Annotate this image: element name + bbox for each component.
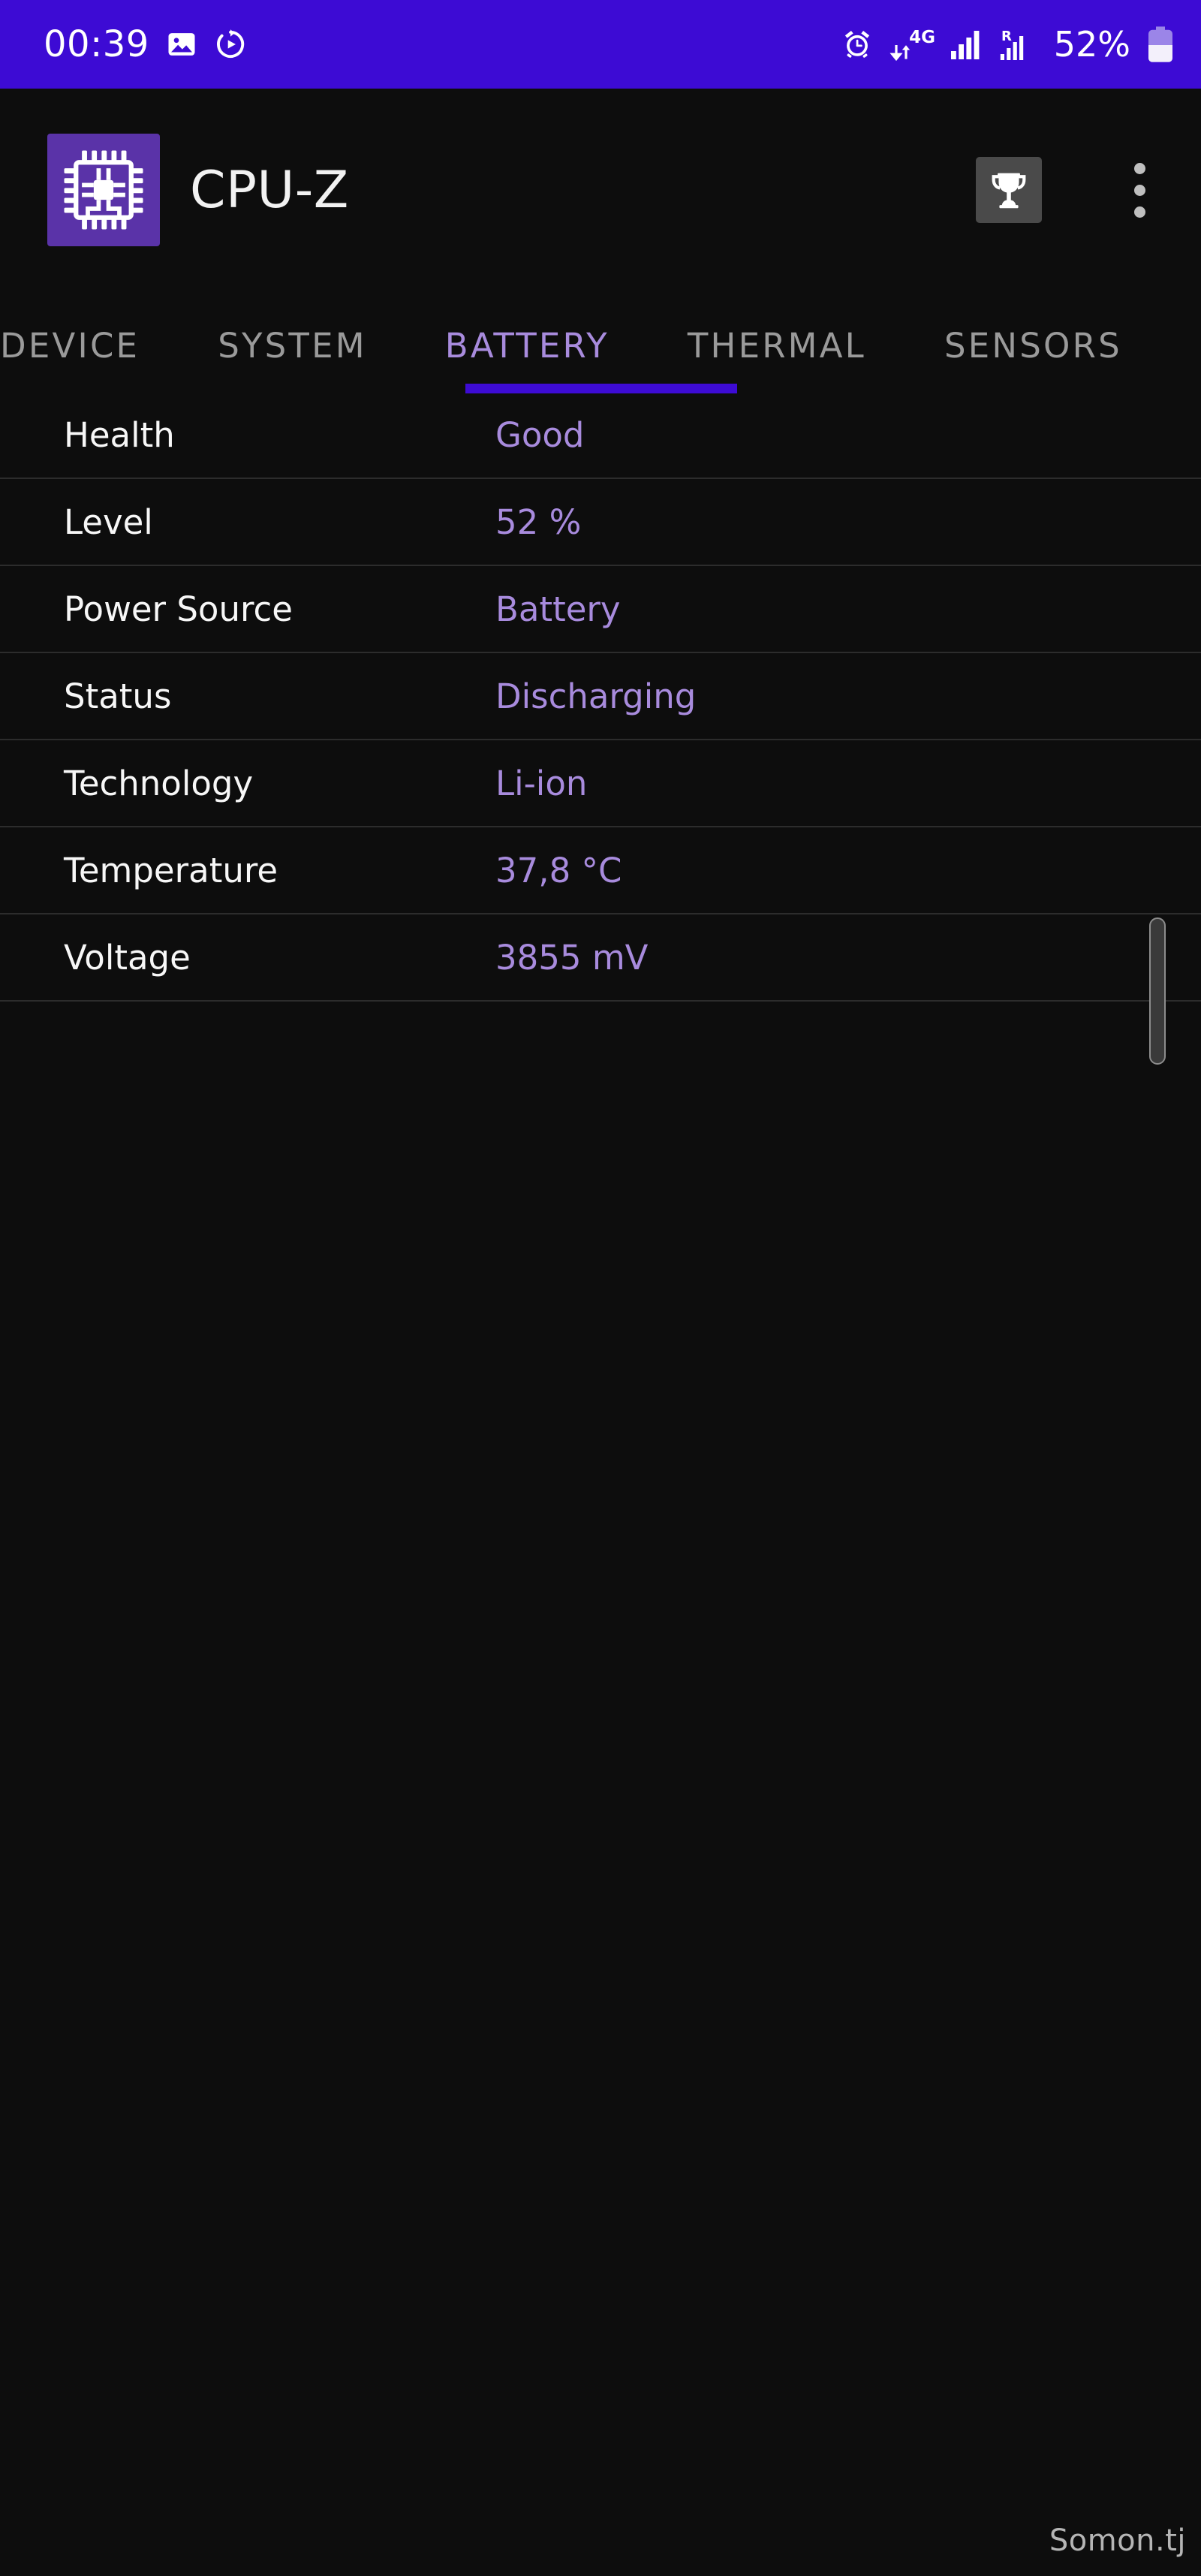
row-value-level: 52 % (495, 502, 582, 542)
row-label-status: Status (64, 676, 172, 716)
row-value-temperature: 37,8 °C (495, 850, 622, 890)
status-bar-clock: 00:39 (44, 23, 149, 65)
table-row[interactable]: Status Discharging (0, 653, 1201, 740)
svg-text:4G: 4G (909, 28, 935, 47)
table-row[interactable]: Level 52 % (0, 479, 1201, 566)
gallery-icon (166, 29, 197, 60)
row-label-level: Level (64, 502, 153, 542)
table-row[interactable]: Health Good (0, 392, 1201, 479)
row-value-power-source: Battery (495, 589, 621, 629)
row-value-health: Good (495, 414, 585, 455)
battery-info-list: Health Good Level 52 % Power Source Batt… (0, 392, 1201, 1002)
roaming-signal-icon: R (998, 28, 1034, 61)
data-transfer-icon: 4G (889, 26, 935, 62)
alarm-clock-icon (841, 28, 874, 61)
table-row[interactable]: Power Source Battery (0, 566, 1201, 653)
status-bar[interactable]: 00:39 4G R 52% (0, 0, 1201, 89)
signal-bars-icon (950, 29, 983, 60)
tab-sensors[interactable]: SENSORS (905, 291, 1161, 389)
screen-record-icon (214, 28, 247, 61)
tab-battery[interactable]: BATTERY (406, 291, 649, 389)
row-label-voltage: Voltage (64, 937, 191, 978)
battery-percent-label: 52% (1053, 24, 1130, 65)
row-label-technology: Technology (64, 763, 254, 803)
tab-system[interactable]: SYSTEM (179, 291, 406, 389)
table-row[interactable]: Voltage 3855 mV (0, 914, 1201, 1002)
tab-device[interactable]: DEVICE (0, 291, 179, 389)
status-bar-right: 4G R 52% (841, 25, 1175, 64)
overflow-dot (1133, 184, 1145, 196)
table-row[interactable]: Technology Li-ion (0, 740, 1201, 827)
status-bar-left: 00:39 (44, 26, 247, 62)
overflow-dot (1133, 162, 1145, 174)
svg-text:R: R (1001, 29, 1012, 44)
tab-thermal[interactable]: THERMAL (649, 291, 905, 389)
row-value-voltage: 3855 mV (495, 937, 649, 978)
cpu-chip-icon (47, 134, 160, 246)
watermark: Somon.tj (1049, 2523, 1186, 2558)
app-header: CPU-Z (0, 89, 1201, 291)
overflow-dot (1133, 206, 1145, 218)
trophy-icon[interactable] (976, 157, 1042, 223)
vertical-scrollbar[interactable] (1149, 917, 1166, 1065)
row-value-status: Discharging (495, 676, 697, 716)
row-label-temperature: Temperature (64, 850, 278, 890)
row-value-technology: Li-ion (495, 763, 588, 803)
tab-bar[interactable]: DEVICE SYSTEM BATTERY THERMAL SENSORS (0, 291, 1201, 389)
row-label-power-source: Power Source (64, 589, 293, 629)
tab-bar-scroller[interactable]: DEVICE SYSTEM BATTERY THERMAL SENSORS (0, 291, 1161, 389)
row-label-health: Health (64, 414, 175, 455)
more-options-icon[interactable] (1109, 149, 1169, 231)
battery-icon (1145, 25, 1175, 64)
table-row[interactable]: Temperature 37,8 °C (0, 827, 1201, 914)
app-title: CPU-Z (190, 160, 349, 220)
